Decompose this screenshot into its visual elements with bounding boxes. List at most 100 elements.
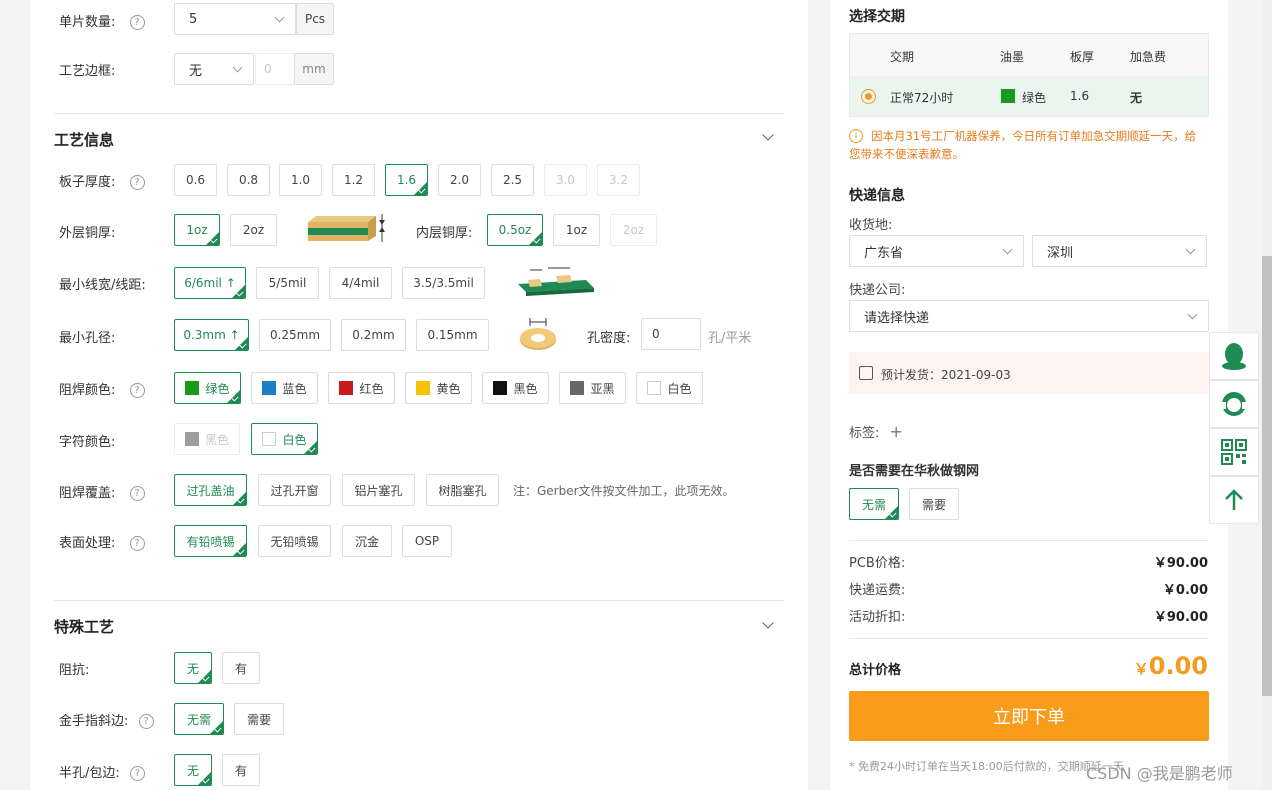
mask-color-option[interactable]: 亚黑: [559, 372, 626, 404]
gold-finger-option[interactable]: 需要: [234, 703, 284, 735]
radio-selected[interactable]: [861, 89, 876, 104]
silk-color-label: 字符颜色:: [59, 435, 116, 450]
thickness-option[interactable]: 2.5: [491, 164, 534, 196]
company-label: 快递公司:: [849, 283, 906, 298]
mask-color-option[interactable]: 黑色: [482, 372, 549, 404]
company-select[interactable]: 请选择快递: [849, 300, 1209, 332]
place-order-button[interactable]: 立即下单: [849, 691, 1209, 741]
hole-density-label: 孔密度:: [587, 331, 631, 346]
help-icon[interactable]: ?: [129, 383, 145, 398]
mask-cover-option[interactable]: 过孔开窗: [258, 474, 331, 506]
gold-finger-option-selected[interactable]: 无需: [174, 703, 224, 735]
help-icon[interactable]: ?: [129, 15, 145, 30]
collapse-icon[interactable]: [762, 129, 774, 141]
outer-copper-option[interactable]: 2oz: [230, 214, 277, 246]
thickness-label: 板子厚度: ?: [59, 171, 145, 190]
outer-copper-option-selected[interactable]: 1oz: [174, 214, 220, 246]
impedance-label: 阻抗:: [59, 663, 90, 678]
mask-color-option-selected[interactable]: 绿色: [174, 372, 241, 404]
hole-option[interactable]: 0.2mm: [341, 319, 406, 351]
row-ink: 绿色: [1022, 91, 1047, 105]
trace-option[interactable]: 4/4mil: [329, 267, 392, 299]
trace-option-selected[interactable]: 6/6mil ↑: [174, 267, 246, 299]
surface-option[interactable]: 沉金: [342, 525, 392, 557]
thickness-option[interactable]: 1.2: [332, 164, 375, 196]
hole-option[interactable]: 0.25mm: [259, 319, 331, 351]
surface-option[interactable]: 无铅喷锡: [258, 525, 331, 557]
help-icon[interactable]: ?: [129, 536, 145, 551]
color-swatch: [262, 432, 277, 446]
inner-copper-option[interactable]: 1oz: [553, 214, 600, 246]
arrow-up-icon: [1225, 489, 1243, 510]
watermark: CSDN @我是鹏老师: [1086, 764, 1233, 783]
help-icon[interactable]: ?: [138, 714, 154, 729]
mask-cover-option-selected[interactable]: 过孔盖油: [174, 474, 247, 506]
help-icon[interactable]: ?: [129, 486, 145, 501]
help-icon[interactable]: ?: [129, 766, 145, 781]
surface-option[interactable]: OSP: [402, 525, 452, 557]
thickness-option[interactable]: 2.0: [438, 164, 481, 196]
config-panel: 单片数量: ? 5 Pcs 工艺边框: 无 0 mm 工艺信息 板子厚度: ? …: [30, 0, 808, 790]
express-title: 快递信息: [849, 188, 905, 204]
province-select[interactable]: 广东省: [849, 235, 1024, 267]
color-swatch: [262, 381, 277, 395]
hole-density-input[interactable]: 0: [641, 318, 701, 350]
delivery-title: 选择交期: [849, 9, 905, 25]
row-thickness: 1.6: [1070, 89, 1090, 103]
customer-service-button[interactable]: [1209, 380, 1259, 428]
qty-select[interactable]: 5: [174, 3, 296, 35]
trace-option[interactable]: 3.5/3.5mil: [402, 267, 485, 299]
mask-color-option[interactable]: 白色: [636, 372, 703, 404]
stencil-option[interactable]: 需要: [909, 488, 959, 520]
half-hole-option-selected[interactable]: 无: [174, 754, 212, 786]
surface-option-selected[interactable]: 有铅喷锡: [174, 525, 247, 557]
impedance-option-selected[interactable]: 无: [174, 652, 212, 684]
thickness-option[interactable]: 0.8: [227, 164, 270, 196]
delivery-table: 交期 油墨 板厚 加急费 正常72小时 绿色 1.6 无: [849, 33, 1209, 117]
ship-date-banner: 预计发货：2021-09-03: [849, 352, 1209, 394]
mask-cover-option[interactable]: 铝片塞孔: [342, 474, 415, 506]
stencil-option-selected[interactable]: 无需: [849, 488, 899, 520]
help-icon[interactable]: ?: [129, 175, 145, 190]
add-tag-icon[interactable]: +: [890, 422, 903, 441]
trace-option[interactable]: 5/5mil: [256, 267, 319, 299]
collapse-icon[interactable]: [762, 617, 774, 629]
section-title-process: 工艺信息: [54, 131, 115, 149]
mask-color-option[interactable]: 红色: [328, 372, 395, 404]
chevron-down-icon: [1187, 309, 1198, 320]
shipping-fee-label: 快递运费:: [849, 583, 906, 598]
hole-illustration: [520, 318, 556, 350]
chevron-down-icon: [1002, 244, 1013, 255]
pcb-price-value: ￥90.00: [1153, 556, 1208, 571]
thickness-option[interactable]: 1.0: [279, 164, 322, 196]
half-hole-label: 半孔/包边: ?: [59, 762, 145, 781]
inner-copper-label: 内层铜厚:: [416, 226, 473, 241]
frame-input[interactable]: 0: [255, 53, 295, 85]
silk-color-option-selected[interactable]: 白色: [251, 423, 318, 455]
inner-copper-option-selected[interactable]: 0.5oz: [487, 214, 543, 246]
mask-cover-option[interactable]: 树脂塞孔: [426, 474, 499, 506]
hole-option-selected[interactable]: 0.3mm ↑: [174, 319, 249, 351]
calendar-icon: [859, 366, 873, 380]
table-row[interactable]: 正常72小时 绿色 1.6 无: [850, 76, 1208, 116]
impedance-option[interactable]: 有: [222, 652, 260, 684]
half-hole-option[interactable]: 有: [222, 754, 260, 786]
thickness-option[interactable]: 0.6: [174, 164, 217, 196]
column-header: 交期: [890, 50, 915, 64]
back-to-top-button[interactable]: [1209, 476, 1259, 524]
scrollbar-thumb[interactable]: [1262, 256, 1272, 696]
thickness-option-disabled: 3.0: [544, 164, 587, 196]
thickness-option-disabled: 3.2: [597, 164, 640, 196]
thickness-option-selected[interactable]: 1.6: [385, 164, 428, 196]
trace-width-illustration: [518, 267, 594, 296]
qr-code-button[interactable]: [1209, 428, 1259, 476]
divider: [849, 540, 1209, 541]
city-select[interactable]: 深圳: [1032, 235, 1207, 267]
qq-chat-button[interactable]: [1209, 332, 1259, 380]
row-fee: 无: [1130, 91, 1143, 105]
hole-option[interactable]: 0.15mm: [416, 319, 489, 351]
mask-color-option[interactable]: 蓝色: [251, 372, 318, 404]
frame-select[interactable]: 无: [174, 53, 254, 85]
mask-color-option[interactable]: 黄色: [405, 372, 472, 404]
outer-copper-label: 外层铜厚:: [59, 226, 116, 241]
